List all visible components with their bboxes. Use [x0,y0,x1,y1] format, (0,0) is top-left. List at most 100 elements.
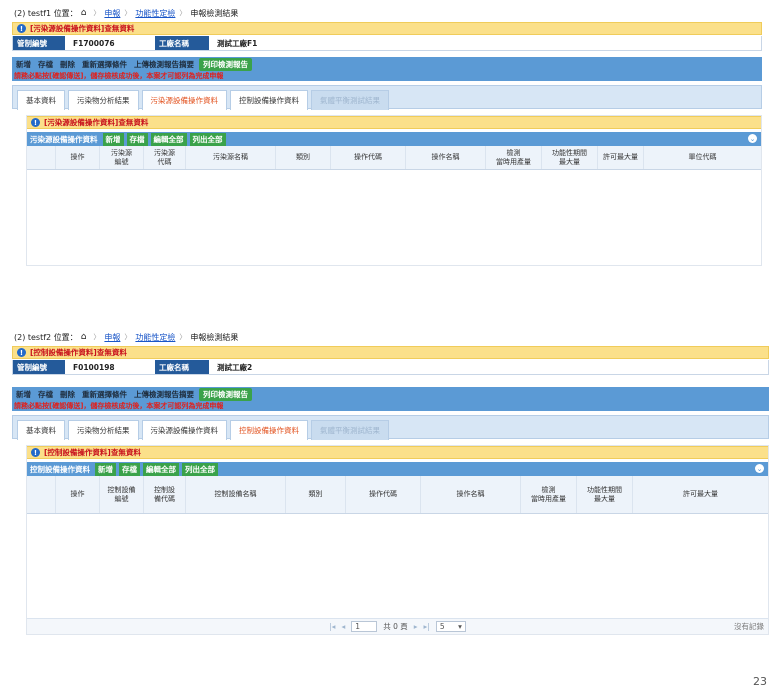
main-toolbar: 新增 存檔 刪除 重新選擇條件 上傳檢測報告摘要 列印檢測報告 [12,387,769,401]
main-toolbar: 新增 存檔 刪除 重新選擇條件 上傳檢測報告摘要 列印檢測報告 [12,57,762,71]
tab-pollutant-analysis[interactable]: 污染物分析結果 [68,90,139,110]
grid-edit-all-button[interactable]: 編輯全部 [150,132,187,146]
factory-name-value: 測試工廠2 [217,362,253,372]
grid-toolbar: 控制設備操作資料 新增 存檔 編輯全部 列出全部 ⌄ [27,462,768,476]
page-number-input[interactable]: 1 [351,621,378,632]
breadcrumb-separator-icon: 〉 [124,333,132,341]
prev-page-icon[interactable]: ◂ [341,622,345,631]
next-page-icon[interactable]: ▸ [414,622,418,631]
grid-section: ! [控制設備操作資料]查無資料 控制設備操作資料 新增 存檔 編輯全部 列出全… [26,445,769,635]
breadcrumb-separator-icon: 〉 [124,9,132,17]
grid-body [27,514,768,618]
column-header[interactable]: 操作代碼 [345,476,420,513]
column-header[interactable]: 操作名稱 [405,146,485,169]
breadcrumb-current: 申報檢測結果 [190,8,239,18]
page-size-value: 5 [439,622,445,631]
save-button[interactable]: 存檔 [36,389,55,400]
grid-notice-banner: ! [污染源設備操作資料]查無資料 [27,116,761,129]
breadcrumb-prefix: (2) testf1 位置： [14,8,78,18]
tab-bar: 基本資料 污染物分析結果 污染源設備操作資料 控制設備操作資料 氣體平衡測試結果 [12,85,762,110]
grid-title: 污染源設備操作資料 [30,134,98,144]
column-header[interactable]: 類別 [285,476,345,513]
column-header[interactable]: 許可最大量 [597,146,643,169]
breadcrumb-link-declare[interactable]: 申報 [104,332,120,343]
grid-title: 控制設備操作資料 [30,464,90,474]
column-header[interactable]: 污染源 編號 [99,146,143,169]
grid-save-button[interactable]: 存檔 [119,462,140,476]
page-size-select[interactable]: 5 ▾ [435,621,466,632]
info-icon: ! [17,24,26,33]
breadcrumb-current: 申報檢測結果 [190,332,239,342]
column-header[interactable]: 類別 [275,146,330,169]
info-icon: ! [17,348,26,357]
column-header[interactable]: 單位代碼 [643,146,761,169]
chevron-down-icon: ▾ [458,622,462,631]
home-icon[interactable]: ⌂ [81,8,87,18]
factory-name-value: 測試工廠F1 [217,38,258,48]
grid-body [27,170,761,265]
last-page-icon[interactable]: ▸| [424,622,430,631]
grid-edit-all-button[interactable]: 編輯全部 [143,462,179,476]
factory-name-label: 工廠名稱 [155,36,209,50]
breadcrumb-prefix: (2) testf2 位置： [14,332,78,342]
breadcrumb-link-declare[interactable]: 申報 [104,8,120,19]
tab-control-equipment-operation[interactable]: 控制設備操作資料 [230,90,308,110]
column-header[interactable]: 功能性期間 最大量 [541,146,597,169]
screenshot-panel-2: (2) testf2 位置： ⌂ 〉 申報 〉 功能性定檢 〉 申報檢測結果 !… [12,328,769,684]
column-header[interactable]: 功能性期間 最大量 [576,476,632,513]
grid-list-all-button[interactable]: 列出全部 [182,462,218,476]
reselect-conditions-button[interactable]: 重新選擇條件 [80,59,129,70]
print-report-button[interactable]: 列印檢測報告 [199,387,252,401]
collapse-icon[interactable]: ⌄ [748,134,757,143]
tab-pollutant-analysis[interactable]: 污染物分析結果 [68,420,139,440]
grid-toolbar: 污染源設備操作資料 新增 存檔 編輯全部 列出全部 ⌄ [27,132,761,146]
control-number-value: F1700076 [73,38,115,48]
column-header[interactable]: 控制設備名稱 [185,476,285,513]
breadcrumb-link-inspection[interactable]: 功能性定檢 [135,332,175,343]
tab-bar: 基本資料 污染物分析結果 污染源設備操作資料 控制設備操作資料 氣體平衡測試結果 [12,415,769,440]
column-header[interactable]: 許可最大量 [632,476,768,513]
grid-add-button[interactable]: 新增 [95,462,116,476]
breadcrumb-link-inspection[interactable]: 功能性定檢 [135,8,175,19]
upload-report-summary-button[interactable]: 上傳檢測報告摘要 [132,59,196,70]
add-button[interactable]: 新增 [14,389,33,400]
upload-report-summary-button[interactable]: 上傳檢測報告摘要 [132,389,196,400]
column-header[interactable]: 檢測 當時用產量 [520,476,576,513]
column-header[interactable]: 操作代碼 [330,146,405,169]
tab-basic-info[interactable]: 基本資料 [17,90,65,110]
facility-id-row: 管制編號 F1700076 工廠名稱 測試工廠F1 [12,36,762,51]
collapse-icon[interactable]: ⌄ [755,464,764,473]
print-report-button[interactable]: 列印檢測報告 [199,57,252,71]
home-icon[interactable]: ⌂ [81,332,87,342]
grid-list-all-button[interactable]: 列出全部 [189,132,226,146]
delete-button[interactable]: 刪除 [58,59,77,70]
tab-gas-balance-test: 氣體平衡測試結果 [311,420,389,440]
column-header[interactable]: 操作 [55,146,99,169]
notice-banner: ! [控制設備操作資料]查無資料 [12,346,769,359]
tab-pollution-source-operation[interactable]: 污染源設備操作資料 [141,420,227,440]
column-header[interactable]: 操作名稱 [420,476,520,513]
column-header[interactable]: 控制設備 編號 [99,476,143,513]
column-header[interactable]: 控制設 備代碼 [143,476,185,513]
breadcrumb-separator-icon: 〉 [93,333,101,341]
facility-id-row: 管制編號 F0100198 工廠名稱 測試工廠2 [12,360,769,375]
save-button[interactable]: 存檔 [36,59,55,70]
tab-basic-info[interactable]: 基本資料 [17,420,65,440]
grid-add-button[interactable]: 新增 [102,132,124,146]
column-header[interactable]: 污染源 代碼 [143,146,185,169]
page-number: 23 [753,675,767,688]
column-header[interactable]: 檢測 當時用產量 [485,146,541,169]
grid-save-button[interactable]: 存檔 [126,132,148,146]
tab-control-equipment-operation[interactable]: 控制設備操作資料 [230,420,308,440]
column-header[interactable]: 污染源名稱 [185,146,275,169]
tab-pollution-source-operation[interactable]: 污染源設備操作資料 [141,90,227,110]
reselect-conditions-button[interactable]: 重新選擇條件 [80,389,129,400]
column-header[interactable]: 操作 [55,476,99,513]
column-header-spacer [27,476,55,513]
add-button[interactable]: 新增 [14,59,33,70]
grid-header: 操作 控制設備 編號 控制設 備代碼 控制設備名稱 類別 操作代碼 操作名稱 檢… [27,476,768,514]
grid-notice-banner: ! [控制設備操作資料]查無資料 [27,446,768,459]
delete-button[interactable]: 刪除 [58,389,77,400]
control-number-value: F0100198 [73,362,115,372]
first-page-icon[interactable]: |◂ [329,622,335,631]
